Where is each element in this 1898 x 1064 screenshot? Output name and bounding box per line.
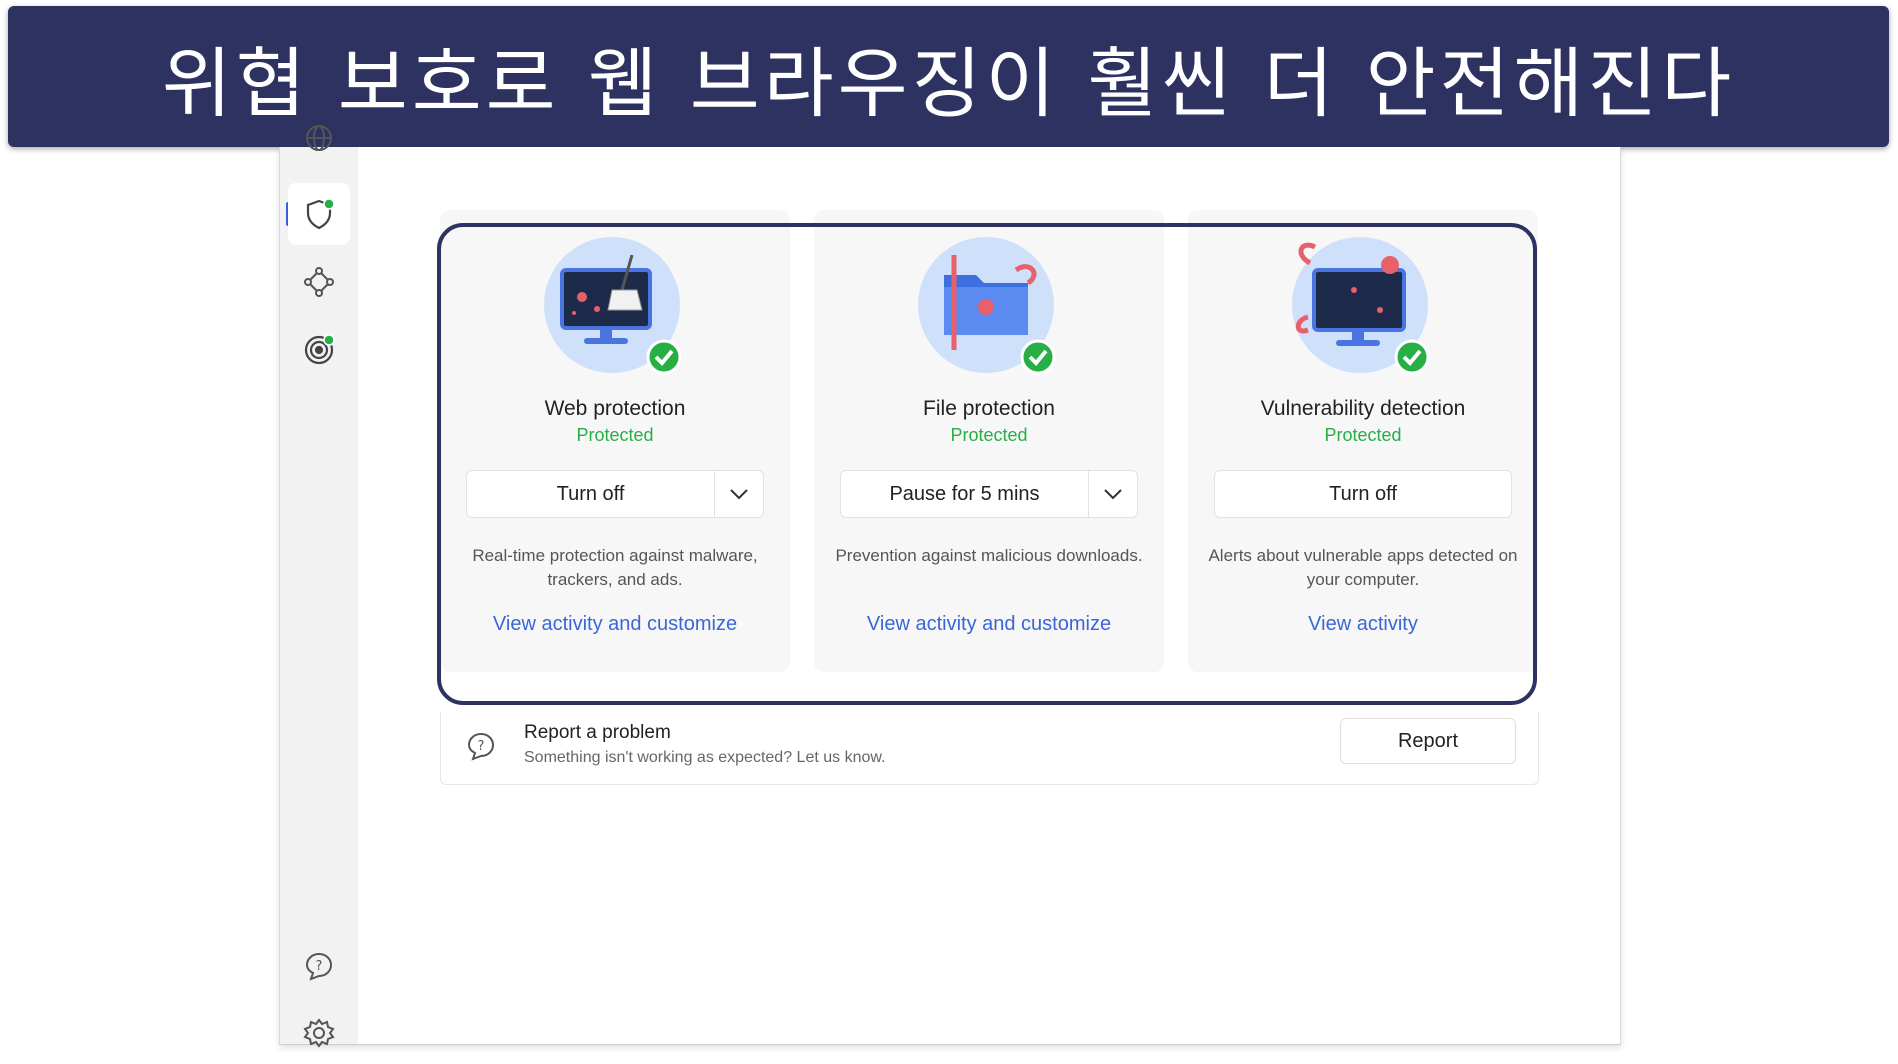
sidebar-item-globe[interactable] xyxy=(288,107,350,169)
globe-icon xyxy=(306,125,332,151)
report-problem-panel: ? Report a problem Something isn't worki… xyxy=(440,712,1539,785)
help-icon: ? xyxy=(305,952,333,981)
help-icon: ? xyxy=(467,732,495,761)
banner-title: 위협 보호로 웹 브라우징이 훨씬 더 안전해진다 xyxy=(161,38,1736,128)
gear-icon xyxy=(303,1018,335,1048)
sidebar-item-network[interactable] xyxy=(288,251,350,313)
highlight-outline xyxy=(437,223,1537,705)
svg-text:?: ? xyxy=(316,959,323,974)
sidebar-item-protection[interactable] xyxy=(288,183,350,245)
sidebar: ? xyxy=(280,125,358,1048)
report-button[interactable]: Report xyxy=(1340,718,1516,764)
sidebar-item-help[interactable]: ? xyxy=(288,935,350,997)
report-title: Report a problem xyxy=(524,722,671,743)
sidebar-item-scan[interactable] xyxy=(288,319,350,381)
target-icon xyxy=(304,334,335,365)
svg-text:?: ? xyxy=(478,739,485,754)
report-subtitle: Something isn't working as expected? Let… xyxy=(524,749,886,766)
shield-icon xyxy=(306,198,335,230)
network-icon xyxy=(304,267,334,297)
